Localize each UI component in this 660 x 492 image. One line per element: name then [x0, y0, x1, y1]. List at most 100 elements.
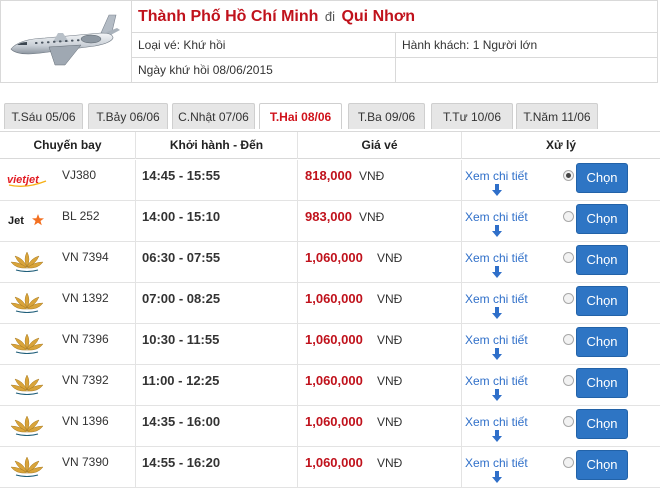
flight-code: VJ380	[62, 168, 97, 182]
time-cell: 14:45 - 15:55	[136, 160, 298, 200]
price-cell: 818,000 VNĐ	[298, 160, 462, 200]
return-date: Ngày khứ hồi 08/06/2015	[132, 58, 396, 82]
tab-date-0706[interactable]: C.Nhật 07/06	[172, 103, 255, 129]
action-cell: Xem chi tiết Chọn	[462, 447, 660, 487]
svg-text:Jet: Jet	[8, 215, 24, 227]
jetstar-logo: Jet	[6, 209, 48, 231]
currency: VNĐ	[359, 210, 385, 224]
table-row-vn1396: VN 1396 14:35 - 16:00 1,060,000 VNĐ Xem …	[0, 406, 660, 447]
lotus-logo	[6, 291, 48, 314]
currency: VNĐ	[377, 251, 403, 265]
choose-button[interactable]: Chọn	[576, 204, 628, 234]
tab-date-0906[interactable]: T.Ba 09/06	[348, 103, 425, 129]
airline-logo-cell: vietjet	[0, 160, 54, 200]
tab-date-0806[interactable]: T.Hai 08/06	[259, 103, 342, 129]
arrow-down-icon[interactable]	[492, 307, 502, 319]
lotus-logo	[6, 332, 48, 355]
table-row-vj380: vietjet VJ380 14:45 - 15:55 818,000 VNĐ …	[0, 160, 660, 201]
view-details-link[interactable]: Xem chi tiết	[465, 251, 528, 265]
table-row-vn7390: VN 7390 14:55 - 16:20 1,060,000 VNĐ Xem …	[0, 447, 660, 488]
choose-button[interactable]: Chọn	[576, 286, 628, 316]
flight-time: 14:00 - 15:10	[142, 209, 221, 224]
arrow-down-icon[interactable]	[492, 348, 502, 360]
empty-cell	[396, 58, 658, 82]
table-row-vn7394: VN 7394 06:30 - 07:55 1,060,000 VNĐ Xem …	[0, 242, 660, 283]
arrow-down-icon[interactable]	[492, 184, 502, 196]
flight-time: 07:00 - 08:25	[142, 291, 221, 306]
arrow-down-icon[interactable]	[492, 389, 502, 401]
choose-button[interactable]: Chọn	[576, 245, 628, 275]
time-cell: 10:30 - 11:55	[136, 324, 298, 364]
date-tabs: T.Sáu 05/06 T.Bảy 06/06 C.Nhật 07/06 T.H…	[0, 103, 660, 131]
currency: VNĐ	[377, 333, 403, 347]
choose-button[interactable]: Chọn	[576, 368, 628, 398]
flight-time: 06:30 - 07:55	[142, 250, 221, 265]
arrow-down-icon[interactable]	[492, 266, 502, 278]
arrow-down-icon[interactable]	[492, 430, 502, 442]
action-cell: Xem chi tiết Chọn	[462, 365, 660, 405]
time-cell: 06:30 - 07:55	[136, 242, 298, 282]
arrow-down-icon[interactable]	[492, 225, 502, 237]
flight-select-radio[interactable]	[563, 211, 574, 222]
flight-time: 14:35 - 16:00	[142, 414, 221, 429]
ticket-price: 1,060,000	[305, 373, 363, 388]
price-cell: 1,060,000 VNĐ	[298, 447, 462, 487]
currency: VNĐ	[377, 415, 403, 429]
col-flight: Chuyến bay	[0, 132, 136, 159]
tab-date-0606[interactable]: T.Bảy 06/06	[88, 103, 168, 129]
flight-code-cell: VN 7390	[54, 447, 136, 487]
flight-code: VN 7390	[62, 455, 109, 469]
table-row-bl252: Jet BL 252 14:00 - 15:10 983,000 VNĐ Xem…	[0, 201, 660, 242]
view-details-link[interactable]: Xem chi tiết	[465, 210, 528, 224]
flight-code-cell: VJ380	[54, 160, 136, 200]
flight-select-radio[interactable]	[563, 375, 574, 386]
flight-select-radio[interactable]	[563, 252, 574, 263]
choose-button[interactable]: Chọn	[576, 163, 628, 193]
choose-button[interactable]: Chọn	[576, 450, 628, 480]
flight-time: 10:30 - 11:55	[142, 332, 220, 347]
view-details-link[interactable]: Xem chi tiết	[465, 292, 528, 306]
time-cell: 14:00 - 15:10	[136, 201, 298, 241]
flight-select-radio[interactable]	[563, 334, 574, 345]
flight-code-cell: BL 252	[54, 201, 136, 241]
flight-select-radio[interactable]	[563, 457, 574, 468]
col-action: Xử lý	[545, 138, 577, 152]
action-cell: Xem chi tiết Chọn	[462, 324, 660, 364]
ticket-price: 1,060,000	[305, 332, 363, 347]
col-price: Giá vé	[298, 132, 462, 159]
view-details-link[interactable]: Xem chi tiết	[465, 415, 528, 429]
flight-code: VN 7394	[62, 250, 109, 264]
flight-code-cell: VN 7392	[54, 365, 136, 405]
tab-date-1106[interactable]: T.Năm 11/06	[516, 103, 598, 129]
price-cell: 1,060,000 VNĐ	[298, 242, 462, 282]
choose-button[interactable]: Chọn	[576, 327, 628, 357]
ticket-type: Loại vé: Khứ hồi	[132, 33, 396, 57]
view-details-link[interactable]: Xem chi tiết	[465, 333, 528, 347]
flight-code-cell: VN 1392	[54, 283, 136, 323]
price-cell: 1,060,000 VNĐ	[298, 406, 462, 446]
flight-time: 14:55 - 16:20	[142, 455, 221, 470]
currency: VNĐ	[359, 169, 385, 183]
flight-code: VN 7396	[62, 332, 109, 346]
flight-select-radio[interactable]	[563, 293, 574, 304]
view-details-link[interactable]: Xem chi tiết	[465, 374, 528, 388]
col-time: Khởi hành - Đến	[136, 132, 298, 159]
view-details-link[interactable]: Xem chi tiết	[465, 456, 528, 470]
arrow-down-icon[interactable]	[492, 471, 502, 483]
view-details-link[interactable]: Xem chi tiết	[465, 169, 528, 183]
flight-select-radio[interactable]	[563, 170, 574, 181]
tab-date-0506[interactable]: T.Sáu 05/06	[4, 103, 83, 129]
time-cell: 11:00 - 12:25	[136, 365, 298, 405]
choose-button[interactable]: Chọn	[576, 409, 628, 439]
price-cell: 1,060,000 VNĐ	[298, 283, 462, 323]
route-connector: đi	[324, 9, 335, 24]
flight-select-radio[interactable]	[563, 416, 574, 427]
info-row-2: Ngày khứ hồi 08/06/2015	[132, 57, 658, 82]
airline-logo-cell	[0, 406, 54, 446]
airline-logo-cell	[0, 283, 54, 323]
plane-cell	[1, 1, 132, 82]
action-cell: Xem chi tiết Chọn	[462, 242, 660, 282]
tab-date-1006[interactable]: T.Tư 10/06	[431, 103, 513, 129]
currency: VNĐ	[377, 456, 403, 470]
info-row-1: Loại vé: Khứ hồi Hành khách: 1 Người lớn	[132, 32, 658, 57]
